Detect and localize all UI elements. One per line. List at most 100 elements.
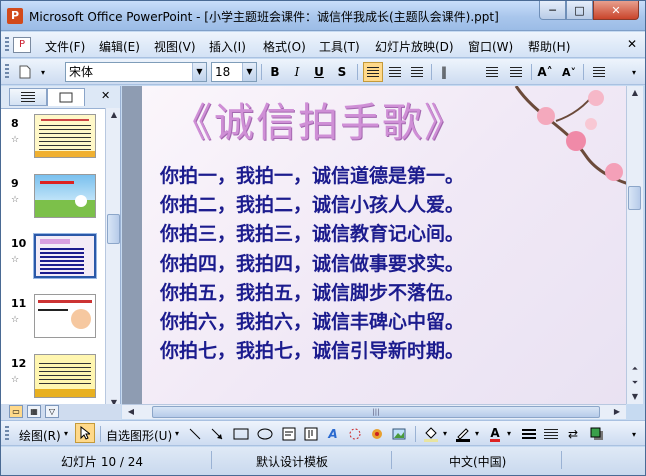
chevron-down-icon[interactable]: ▼	[242, 63, 256, 81]
bullet-list-button[interactable]	[506, 62, 526, 82]
scroll-right-icon[interactable]: ▶	[610, 405, 624, 419]
toolbar-separator	[431, 64, 432, 80]
numbered-list-button[interactable]	[482, 62, 502, 82]
autoshapes-menu-button[interactable]: 自选图形(U)	[106, 427, 172, 444]
poem-text-box[interactable]: 你拍一，我拍一，诚信道德是第一。 你拍二，我拍二，诚信小孩人人爱。 你拍三，我拍…	[160, 162, 464, 366]
menu-view[interactable]: 视图(V)	[154, 38, 196, 55]
toolbar-options-chevron-icon[interactable]: ▾	[37, 62, 49, 82]
decrease-indent-button[interactable]	[589, 62, 609, 82]
chevron-down-icon[interactable]: ▾	[64, 429, 68, 438]
rectangle-tool-button[interactable]	[231, 424, 251, 444]
select-objects-button[interactable]	[75, 423, 95, 443]
tab-outline[interactable]	[9, 88, 47, 106]
close-document-icon[interactable]: ✕	[627, 37, 637, 51]
menu-tools[interactable]: 工具(T)	[319, 38, 360, 55]
toolbar-grip-icon[interactable]	[5, 64, 9, 80]
arrow-style-button[interactable]: ⇄	[563, 424, 583, 444]
slide-thumbnail-8[interactable]: 8 ☆	[1, 111, 105, 169]
close-button[interactable]: ✕	[593, 1, 639, 20]
font-name-select[interactable]: 宋体 ▼	[65, 62, 207, 82]
italic-button[interactable]: I	[287, 62, 307, 82]
diagram-button[interactable]	[345, 424, 365, 444]
font-size-select[interactable]: 18 ▼	[211, 62, 257, 82]
slide-editor[interactable]: 《诚信拍手歌》 你拍一，我拍一，诚信道德是第一。 你拍二，我拍二，诚信小孩人人爱…	[122, 86, 626, 404]
dash-style-button[interactable]	[541, 424, 561, 444]
align-left-button[interactable]	[363, 62, 383, 82]
scrollbar-thumb[interactable]	[107, 214, 120, 244]
scrollbar-thumb[interactable]: |||	[152, 406, 600, 418]
slide-list-scrollbar[interactable]: ▲ ▼	[105, 108, 120, 410]
slide-preview	[34, 294, 96, 338]
increase-font-button[interactable]: A˄	[535, 62, 555, 82]
title-bar[interactable]: P Microsoft Office PowerPoint - [小学主题班会课…	[1, 1, 645, 31]
slide-horizontal-scrollbar[interactable]: ◀ ||| ▶	[122, 404, 626, 419]
line-tool-button[interactable]	[185, 424, 205, 444]
fill-color-button[interactable]	[421, 424, 441, 444]
slide-thumbnail-list[interactable]: 8 ☆ 9 ☆ 10 ☆ 11 ☆ 12 ☆	[1, 108, 105, 410]
line-spacing-icon[interactable]: ‖	[437, 62, 451, 82]
window-controls: ─ □ ✕	[539, 1, 639, 21]
scroll-up-icon[interactable]: ▲	[107, 108, 121, 122]
align-center-button[interactable]	[385, 62, 405, 82]
slide-thumbnail-9[interactable]: 9 ☆	[1, 171, 105, 229]
document-icon[interactable]: P	[13, 37, 31, 53]
textbox-tool-button[interactable]	[279, 424, 299, 444]
menu-window[interactable]: 窗口(W)	[468, 38, 513, 55]
font-color-button[interactable]: A	[485, 424, 505, 444]
minimize-button[interactable]: ─	[539, 1, 566, 20]
next-slide-icon[interactable]: ⏷	[628, 376, 642, 390]
animation-star-icon: ☆	[11, 375, 20, 385]
menu-format[interactable]: 格式(O)	[263, 38, 306, 55]
close-pane-icon[interactable]: ✕	[101, 89, 110, 102]
menu-insert[interactable]: 插入(I)	[209, 38, 246, 55]
normal-view-icon[interactable]: ▭	[9, 405, 23, 418]
poem-line: 你拍一，我拍一，诚信道德是第一。	[160, 165, 465, 187]
draw-menu-button[interactable]: 绘图(R)	[19, 427, 61, 444]
toolbar-options-chevron-icon[interactable]: ▾	[627, 62, 641, 82]
chevron-down-icon[interactable]: ▾	[475, 429, 479, 438]
bold-button[interactable]: B	[265, 62, 285, 82]
oval-tool-button[interactable]	[255, 424, 275, 444]
slide-thumbnail-11[interactable]: 11 ☆	[1, 291, 105, 349]
chevron-down-icon[interactable]: ▾	[443, 429, 447, 438]
toolbar-grip-icon[interactable]	[5, 37, 9, 53]
scrollbar-thumb[interactable]	[628, 186, 641, 210]
slide-title[interactable]: 《诚信拍手歌》	[172, 90, 466, 148]
menu-help[interactable]: 帮助(H)	[528, 38, 570, 55]
slide-thumbnail-10[interactable]: 10 ☆	[1, 231, 105, 289]
shadow-button[interactable]: S	[332, 62, 352, 82]
chevron-down-icon[interactable]: ▾	[507, 429, 511, 438]
tab-slides[interactable]	[47, 88, 85, 106]
line-style-button[interactable]	[519, 424, 539, 444]
arrow-tool-button[interactable]	[207, 424, 227, 444]
underline-button[interactable]: U	[309, 62, 329, 82]
line-color-button[interactable]	[453, 424, 473, 444]
slide-thumbnail-12[interactable]: 12 ☆	[1, 351, 105, 409]
insert-picture-button[interactable]	[389, 424, 409, 444]
slideshow-view-icon[interactable]: ▽	[45, 405, 59, 418]
new-document-icon[interactable]	[15, 62, 35, 82]
chevron-down-icon[interactable]: ▾	[175, 429, 179, 438]
powerpoint-app-icon[interactable]: P	[7, 8, 23, 24]
menu-slideshow[interactable]: 幻灯片放映(D)	[375, 38, 454, 55]
slide-sorter-icon[interactable]: ▦	[27, 405, 41, 418]
clip-art-button[interactable]	[367, 424, 387, 444]
shadow-style-button[interactable]	[587, 424, 607, 444]
vertical-textbox-tool-button[interactable]	[301, 424, 321, 444]
toolbar-grip-icon[interactable]	[5, 426, 9, 442]
scroll-left-icon[interactable]: ◀	[124, 405, 138, 419]
toolbar-options-chevron-icon[interactable]: ▾	[627, 424, 641, 444]
chevron-down-icon[interactable]: ▼	[192, 63, 206, 81]
maximize-button[interactable]: □	[566, 1, 593, 20]
view-buttons: ▭ ▦ ▽	[1, 404, 121, 420]
align-right-button[interactable]	[407, 62, 427, 82]
previous-slide-icon[interactable]: ⏶	[628, 362, 642, 376]
decrease-font-button[interactable]: A˅	[559, 62, 579, 82]
scroll-up-icon[interactable]: ▲	[628, 86, 642, 100]
wordart-button[interactable]: A	[323, 424, 343, 444]
scroll-down-icon[interactable]: ▼	[628, 390, 642, 404]
slide-vertical-scrollbar[interactable]: ▲ ⏶ ⏷ ▼	[626, 86, 643, 404]
menu-edit[interactable]: 编辑(E)	[99, 38, 140, 55]
current-slide[interactable]: 《诚信拍手歌》 你拍一，我拍一，诚信道德是第一。 你拍二，我拍二，诚信小孩人人爱…	[142, 86, 626, 404]
menu-file[interactable]: 文件(F)	[45, 38, 85, 55]
